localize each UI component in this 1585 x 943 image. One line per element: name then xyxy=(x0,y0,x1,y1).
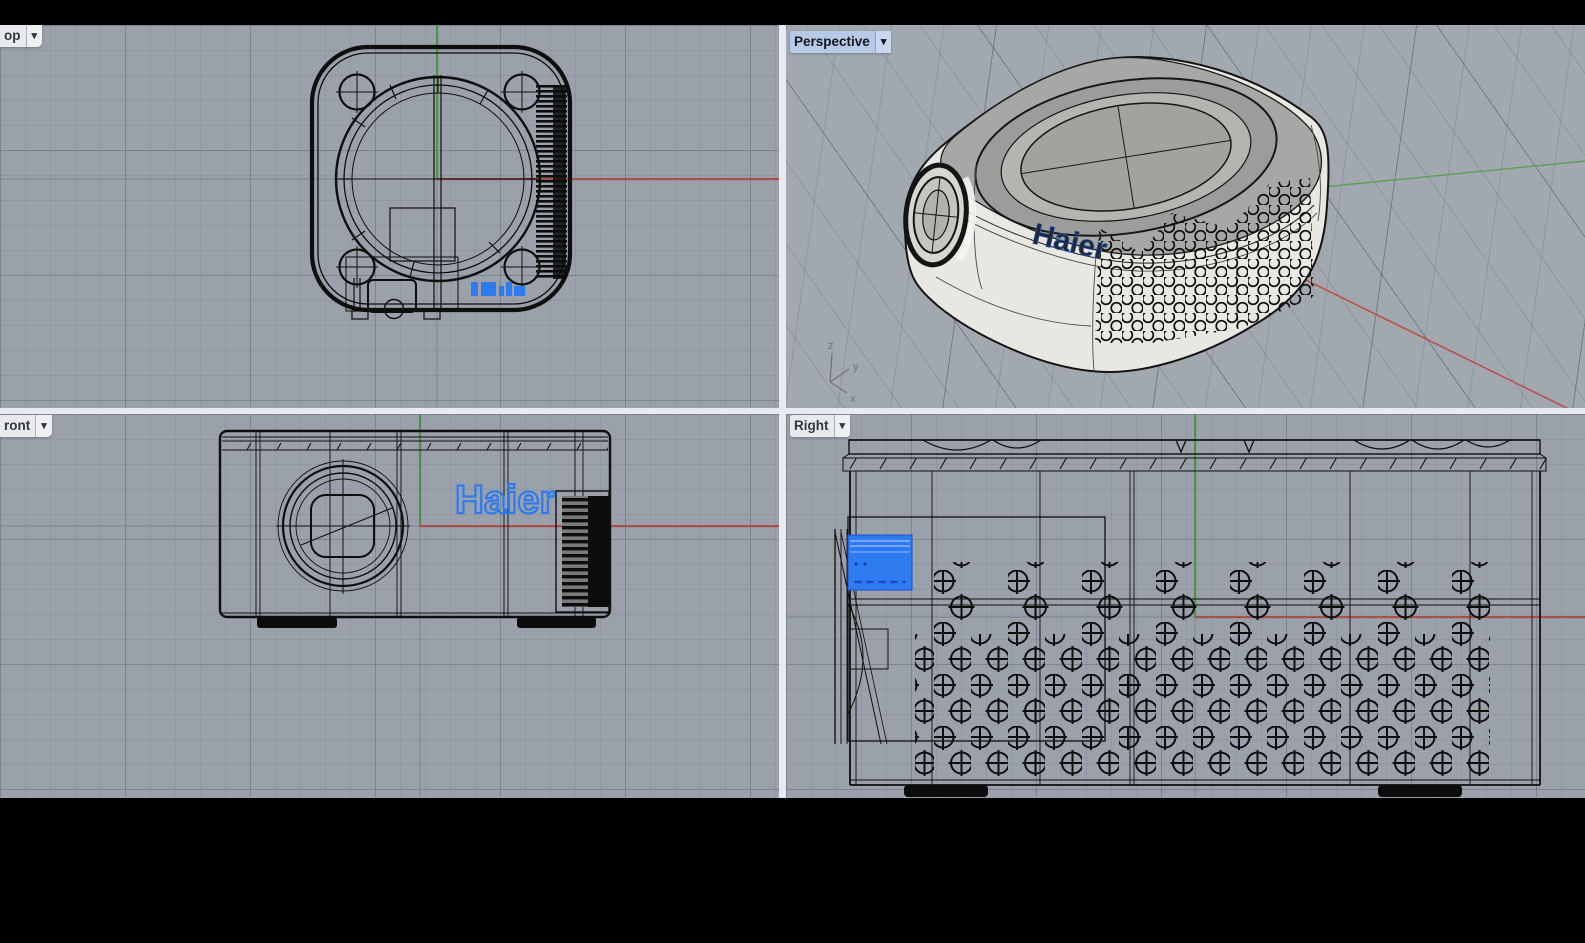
selected-object[interactable] xyxy=(848,535,912,590)
front-view-drawing: Haier xyxy=(0,414,779,798)
foot-right xyxy=(517,617,596,628)
viewport-title-top[interactable]: op ▾ xyxy=(0,25,42,47)
top-view-model[interactable] xyxy=(312,47,570,319)
application-window: op ▾ xyxy=(0,0,1585,943)
black-bar-bottom xyxy=(0,798,1585,943)
gizmo-y-label: y xyxy=(853,361,859,373)
speaker-holes-sparse xyxy=(915,562,1490,634)
gizmo-x-label: x xyxy=(850,393,856,405)
front-view-axes xyxy=(0,414,779,798)
viewport-title-front-text[interactable]: ront xyxy=(0,415,35,437)
speaker-holes-dense xyxy=(915,634,1490,776)
viewport-front[interactable]: Haier ront ▾ xyxy=(0,414,779,798)
focus-knob xyxy=(556,491,609,612)
viewport-menu-arrow-icon[interactable]: ▾ xyxy=(875,31,892,53)
foot-left xyxy=(257,617,337,628)
viewport-perspective[interactable]: Haier z y x Perspective ▾ xyxy=(786,25,1585,408)
perspective-axes xyxy=(1306,161,1585,408)
viewport-divider-vertical[interactable] xyxy=(779,25,786,798)
right-view-model[interactable] xyxy=(835,440,1546,797)
viewport-menu-arrow-icon[interactable]: ▾ xyxy=(35,415,52,437)
foot-right xyxy=(1378,785,1462,797)
viewport-title-right[interactable]: Right ▾ xyxy=(790,415,850,437)
viewport-menu-arrow-icon[interactable]: ▾ xyxy=(834,415,851,437)
lid-scallops xyxy=(923,440,1510,452)
gizmo-z-label: z xyxy=(828,340,834,352)
perspective-model[interactable]: Haier xyxy=(901,57,1329,372)
front-view-model[interactable] xyxy=(220,431,610,628)
side-lens xyxy=(901,162,978,268)
front-lens xyxy=(276,459,410,594)
viewport-title-perspective-text[interactable]: Perspective xyxy=(790,31,875,53)
viewport-title-top-text[interactable]: op xyxy=(0,25,26,47)
viewport-title-perspective[interactable]: Perspective ▾ xyxy=(790,31,891,53)
right-view-drawing xyxy=(786,414,1585,798)
axis-gizmo: z y x xyxy=(828,340,859,405)
brand-text-selected-front[interactable]: Haier xyxy=(455,478,555,522)
viewport-title-front[interactable]: ront ▾ xyxy=(0,415,52,437)
viewport-right[interactable]: Right ▾ xyxy=(786,414,1585,798)
foot-left xyxy=(904,785,988,797)
viewport-menu-arrow-icon[interactable]: ▾ xyxy=(26,25,43,47)
top-view-drawing xyxy=(0,25,779,408)
viewport-title-right-text[interactable]: Right xyxy=(790,415,834,437)
viewport-divider-horizontal[interactable] xyxy=(0,408,1585,414)
black-bar-top xyxy=(0,0,1585,25)
perspective-drawing: Haier z y x xyxy=(786,25,1585,408)
viewport-top[interactable]: op ▾ xyxy=(0,25,779,408)
